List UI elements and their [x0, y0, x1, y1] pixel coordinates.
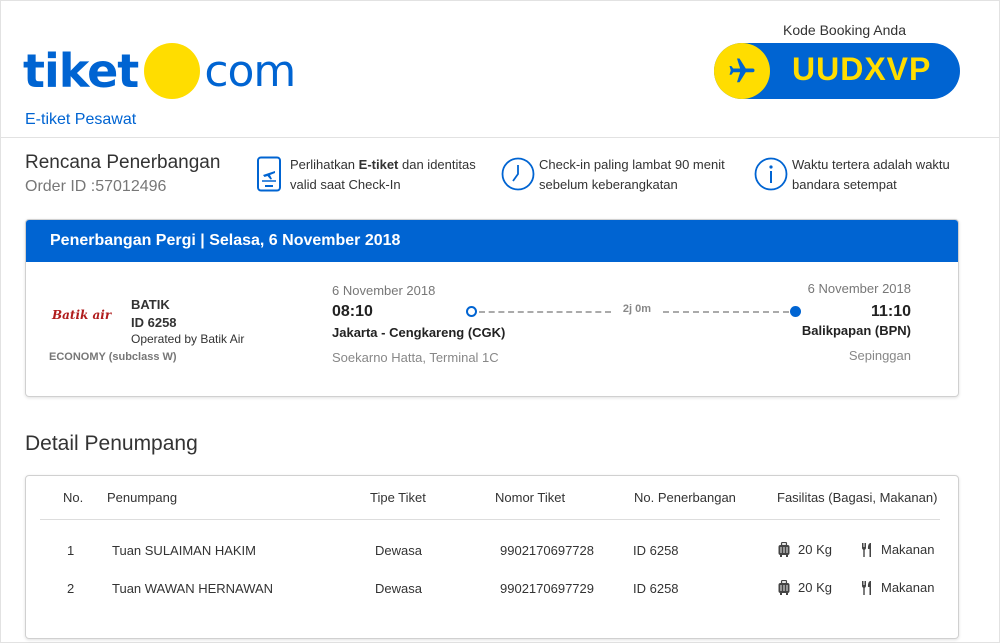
flight-card: Penerbangan Pergi | Selasa, 6 November 2… — [25, 219, 959, 397]
luggage-icon — [778, 580, 790, 595]
passenger-table: No. Penumpang Tipe Tiket Nomor Tiket No.… — [25, 475, 959, 639]
plan-title: Rencana Penerbangan — [25, 152, 221, 173]
departure-time: 08:10 — [332, 303, 373, 320]
info-checkin: Check-in paling lambat 90 menit sebelum … — [501, 155, 725, 195]
booking-code: UUDXVP — [792, 51, 932, 87]
logo-text-com: com — [204, 45, 296, 97]
row-2-no: 2 — [67, 581, 75, 596]
column-header-ticket-number: Nomor Tiket — [495, 490, 566, 505]
info-eticket-pre: Perlihatkan — [290, 157, 359, 172]
row-1-baggage: 20 Kg — [778, 542, 832, 557]
info-eticket: Perlihatkan E-tiket dan identitas valid … — [252, 155, 476, 195]
row-1-type: Dewasa — [375, 543, 422, 558]
passenger-section-title: Detail Penumpang — [25, 432, 198, 455]
tiket-com-logo: tiket com — [23, 39, 296, 103]
column-header-facilities: Fasilitas (Bagasi, Makanan) — [777, 490, 938, 505]
logo-text-tiket: tiket — [23, 44, 139, 98]
luggage-icon — [778, 542, 790, 557]
info-checkin-line1: Check-in paling lambat 90 menit — [539, 157, 725, 172]
clock-icon — [501, 155, 535, 193]
booking-caption: Kode Booking Anda — [783, 22, 906, 38]
arrival-date: 6 November 2018 — [807, 281, 911, 296]
column-header-no: No. — [63, 490, 84, 505]
row-1-ticket: 9902170697728 — [500, 543, 594, 558]
row-2-meal: Makanan — [861, 580, 934, 595]
departure-city: Jakarta - Cengkareng (CGK) — [332, 325, 506, 340]
airline-name: BATIK — [131, 297, 170, 312]
info-eticket-line2: valid saat Check-In — [290, 177, 401, 192]
row-2-type: Dewasa — [375, 581, 422, 596]
row-1-name: Tuan SULAIMAN HAKIM — [112, 543, 257, 558]
operated-by: Operated by Batik Air — [131, 332, 245, 346]
cutlery-icon — [861, 580, 871, 595]
cutlery-icon — [861, 542, 871, 557]
airplane-icon — [714, 43, 770, 99]
arrival-time: 11:10 — [870, 303, 911, 320]
flight-number: ID 6258 — [131, 315, 177, 330]
flight-card-header: Penerbangan Pergi | Selasa, 6 November 2… — [26, 220, 958, 262]
row-2-ticket: 9902170697729 — [500, 581, 594, 596]
row-2-meal-value: Makanan — [881, 580, 935, 595]
route-start-dot — [466, 306, 477, 317]
order-id: Order ID :57012496 — [25, 178, 167, 195]
info-local-time: Waktu tertera adalah waktu bandara setem… — [754, 155, 950, 195]
row-1-baggage-value: 20 Kg — [798, 542, 832, 557]
column-header-flight-number: No. Penerbangan — [634, 490, 736, 505]
info-icon — [754, 155, 788, 193]
route-end-dot — [790, 306, 801, 317]
info-local-time-line1: Waktu tertera adalah waktu — [792, 157, 950, 172]
arrival-airport: Sepinggan — [848, 348, 911, 363]
logo-dot — [144, 43, 201, 99]
flight-duration: 2j 0m — [622, 303, 652, 315]
route-line-right — [663, 311, 789, 313]
row-1-meal: Makanan — [861, 542, 934, 557]
info-local-time-line2: bandara setempat — [792, 177, 897, 192]
info-eticket-post: dan identitas — [398, 157, 476, 172]
column-header-passenger: Penumpang — [107, 490, 178, 505]
info-eticket-bold: E-tiket — [358, 157, 399, 172]
row-2-name: Tuan WAWAN HERNAWAN — [112, 581, 274, 596]
row-1-flight: ID 6258 — [633, 543, 679, 558]
table-header-divider — [40, 519, 940, 520]
route-line-left — [479, 311, 611, 313]
eticket-label: E-tiket Pesawat — [25, 111, 137, 128]
departure-airport: Soekarno Hatta, Terminal 1C — [332, 350, 499, 365]
departure-date: 6 November 2018 — [332, 283, 436, 298]
row-1-no: 1 — [67, 543, 75, 558]
row-2-flight: ID 6258 — [633, 581, 679, 596]
row-1-meal-value: Makanan — [881, 542, 935, 557]
booking-code-badge: UUDXVP — [714, 43, 960, 99]
header-divider — [1, 137, 1000, 138]
phone-ticket-icon — [252, 155, 286, 193]
info-checkin-line2: sebelum keberangkatan — [539, 177, 678, 192]
arrival-city: Balikpapan (BPN) — [801, 323, 911, 338]
row-2-baggage: 20 Kg — [778, 580, 832, 595]
column-header-ticket-type: Tipe Tiket — [370, 490, 426, 505]
row-2-baggage-value: 20 Kg — [798, 580, 832, 595]
cabin-class: ECONOMY (subclass W) — [49, 351, 177, 363]
airline-logo: Batik air — [52, 308, 112, 322]
eticket-page: tiket com E-tiket Pesawat Kode Booking A… — [0, 0, 1000, 643]
